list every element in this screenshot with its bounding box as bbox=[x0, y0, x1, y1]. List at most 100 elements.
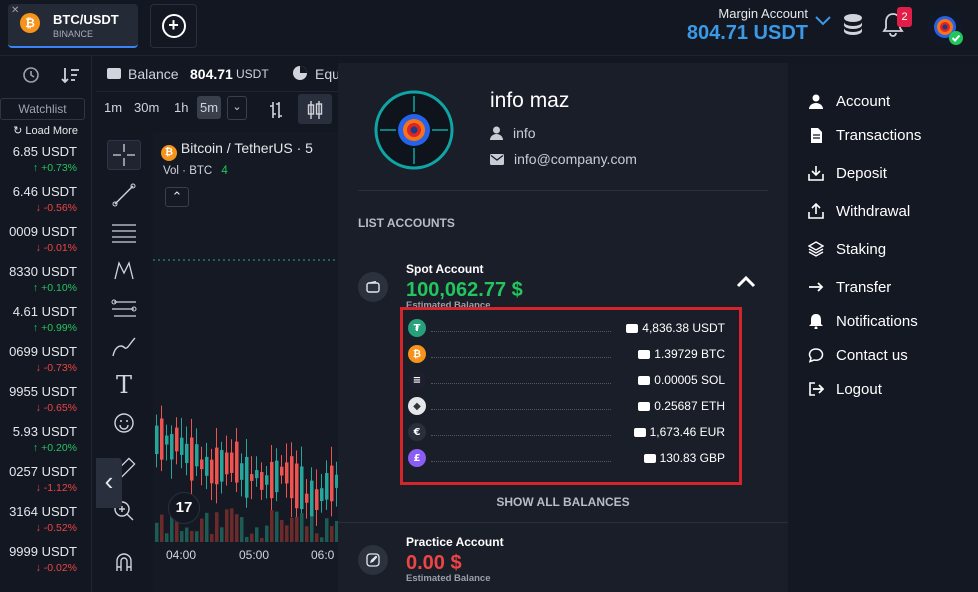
sort-icon[interactable] bbox=[60, 66, 80, 84]
volume-bar bbox=[315, 533, 319, 542]
dotted-leader bbox=[431, 435, 611, 436]
magnet-tool[interactable] bbox=[107, 547, 141, 577]
menu-item-label: Logout bbox=[836, 380, 882, 398]
top-bar: ✕ ₿ BTC/USDT BINANCE + Margin Account 80… bbox=[0, 0, 978, 56]
candle-body bbox=[195, 444, 199, 467]
candle-body bbox=[155, 425, 159, 455]
candle-body bbox=[175, 427, 179, 452]
add-tab-button[interactable]: + bbox=[150, 4, 197, 48]
candle-body bbox=[255, 470, 259, 479]
pair-tab-btc-usdt[interactable]: ✕ ₿ BTC/USDT BINANCE bbox=[8, 4, 138, 48]
volume-bar bbox=[245, 536, 249, 542]
menu-item-notifications[interactable]: Notifications bbox=[808, 310, 918, 332]
legend-toggle-button[interactable]: ⌃ bbox=[165, 187, 189, 207]
practice-account-name[interactable]: Practice Account bbox=[406, 535, 504, 549]
candle-body bbox=[205, 456, 209, 476]
timeframe-dropdown[interactable]: ⌄ bbox=[227, 96, 247, 120]
list-accounts-heading: LIST ACCOUNTS bbox=[358, 216, 455, 230]
ticker-price: 5.93 USDT bbox=[12, 424, 77, 439]
ticker-item[interactable]: 0699 USDT ↓ -0.73% bbox=[0, 344, 91, 384]
horizontal-lines-tool[interactable] bbox=[107, 218, 141, 248]
timeframe-bar: 1m 30m 1h 5m ⌄ bbox=[96, 92, 340, 128]
crosshair-tool[interactable] bbox=[107, 140, 141, 170]
profile-avatar bbox=[374, 90, 454, 170]
watchlist-button[interactable]: Watchlist bbox=[0, 98, 85, 120]
candle-body bbox=[245, 456, 249, 498]
avatar[interactable] bbox=[926, 8, 964, 46]
menu-item-staking[interactable]: Staking bbox=[808, 238, 886, 260]
bar-style-icon[interactable] bbox=[268, 100, 284, 120]
candle-body bbox=[280, 466, 284, 476]
timeframe-1m[interactable]: 1m bbox=[104, 100, 122, 115]
volume-bar bbox=[280, 519, 284, 542]
volume-bar bbox=[270, 510, 274, 542]
trend-line-tool[interactable] bbox=[107, 180, 141, 210]
volume-bar bbox=[225, 509, 229, 542]
ticker-change: ↓ -0.01% bbox=[35, 242, 77, 254]
fib-tool[interactable] bbox=[107, 294, 141, 324]
margin-account-value[interactable]: 804.71 USDT bbox=[640, 22, 808, 45]
text-tool[interactable]: T bbox=[107, 370, 141, 400]
wallet-icon bbox=[626, 323, 639, 333]
magnet-icon bbox=[116, 553, 132, 571]
ticker-item[interactable]: 9955 USDT ↓ -0.65% bbox=[0, 384, 91, 424]
wallet-icon bbox=[633, 427, 646, 437]
chevron-up-icon[interactable] bbox=[736, 276, 756, 288]
ticker-change: ↑ +0.10% bbox=[32, 282, 77, 294]
menu-item-transfer[interactable]: Transfer bbox=[808, 276, 891, 298]
ticker-item[interactable]: 0257 USDT ↓ -1.12% bbox=[0, 464, 91, 504]
pattern-tool[interactable] bbox=[107, 256, 141, 286]
emoji-tool[interactable] bbox=[107, 408, 141, 438]
tradingview-logo[interactable]: 17 bbox=[168, 492, 200, 524]
spot-account-name[interactable]: Spot Account bbox=[406, 262, 484, 276]
timeframe-5m[interactable]: 5m bbox=[197, 96, 222, 119]
account-menu: Account Transactions Deposit Withdrawal Stak… bbox=[788, 63, 978, 592]
volume-bar bbox=[160, 514, 164, 542]
ticker-change: ↑ +0.73% bbox=[32, 162, 77, 174]
menu-item-deposit[interactable]: Deposit bbox=[808, 162, 887, 184]
ticker-list: 6.85 USDT ↑ +0.73% 6.46 USDT ↓ -0.56% 0009 U… bbox=[0, 144, 91, 584]
ticker-item[interactable]: 6.85 USDT ↑ +0.73% bbox=[0, 144, 91, 184]
show-all-balances-button[interactable]: SHOW ALL BALANCES bbox=[338, 495, 788, 509]
menu-item-transactions[interactable]: Transactions bbox=[808, 124, 921, 146]
menu-item-account[interactable]: Account bbox=[808, 90, 890, 112]
menu-item-label: Transfer bbox=[836, 278, 892, 296]
pattern-icon bbox=[114, 261, 134, 280]
ticker-item[interactable]: 4.61 USDT ↑ +0.99% bbox=[0, 304, 91, 344]
candle-body bbox=[210, 459, 214, 484]
wallet-icon bbox=[638, 349, 651, 359]
load-more-button[interactable]: ↻ Load More bbox=[0, 124, 91, 144]
ticker-item[interactable]: 0009 USDT ↓ -0.01% bbox=[0, 224, 91, 264]
candle-body bbox=[315, 489, 319, 510]
chevron-down-icon[interactable] bbox=[815, 16, 831, 26]
menu-item-contact-us[interactable]: Contact us bbox=[808, 344, 908, 366]
ticker-item[interactable]: 5.93 USDT ↑ +0.20% bbox=[0, 424, 91, 464]
profile-name: info maz bbox=[490, 89, 570, 112]
divider bbox=[358, 190, 768, 191]
price-chart[interactable]: ₿ Bitcoin / TetherUS · 5 Vol · BTC 4 ⌃ 1… bbox=[153, 132, 340, 592]
candle-body bbox=[310, 480, 314, 518]
close-tab-icon[interactable]: ✕ bbox=[11, 5, 19, 16]
bell-icon bbox=[808, 313, 824, 329]
chart-title-text: Bitcoin / TetherUS · 5 bbox=[180, 140, 313, 156]
euro-icon: € bbox=[408, 423, 426, 441]
volume-bar bbox=[165, 533, 169, 542]
candles-style-button[interactable] bbox=[298, 94, 332, 124]
timeframe-1h[interactable]: 1h bbox=[174, 100, 188, 115]
volume-bar bbox=[180, 531, 184, 542]
brush-tool[interactable] bbox=[107, 332, 141, 362]
timeframe-30m[interactable]: 30m bbox=[134, 100, 159, 115]
history-icon[interactable] bbox=[22, 66, 40, 84]
menu-item-withdrawal[interactable]: Withdrawal bbox=[808, 200, 910, 222]
menu-item-logout[interactable]: Logout bbox=[808, 378, 882, 400]
ticker-price: 8330 USDT bbox=[9, 264, 77, 279]
coins-icon[interactable] bbox=[842, 13, 864, 37]
dotted-leader bbox=[431, 357, 611, 358]
volume-bar bbox=[230, 508, 234, 542]
ticker-item[interactable]: 9999 USDT ↓ -0.02% bbox=[0, 544, 91, 584]
collapse-sidebar-button[interactable]: ‹ bbox=[96, 458, 122, 508]
volume-bar bbox=[175, 521, 179, 542]
ticker-item[interactable]: 3164 USDT ↓ -0.52% bbox=[0, 504, 91, 544]
ticker-item[interactable]: 6.46 USDT ↓ -0.56% bbox=[0, 184, 91, 224]
ticker-item[interactable]: 8330 USDT ↑ +0.10% bbox=[0, 264, 91, 304]
